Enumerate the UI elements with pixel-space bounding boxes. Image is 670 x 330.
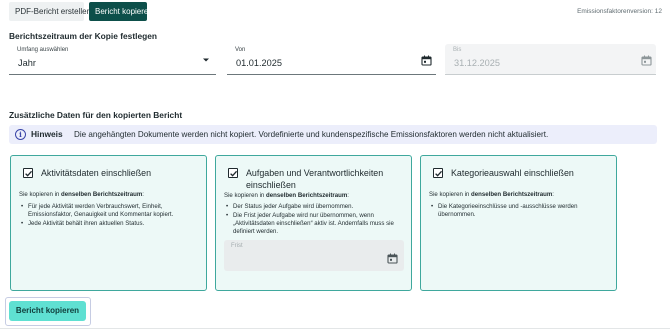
to-label: Bis bbox=[453, 47, 462, 53]
card-tasks: Aufgaben und Verantwortlichkeiten einsch… bbox=[215, 155, 412, 291]
info-title: Hinweis bbox=[31, 129, 63, 139]
card-intro: Sie kopieren in denselben Berichtszeitra… bbox=[19, 191, 144, 198]
scope-value: Jahr bbox=[18, 58, 36, 68]
checkmark-icon bbox=[229, 170, 237, 177]
to-value: 31.12.2025 bbox=[454, 58, 500, 68]
from-value: 01.01.2025 bbox=[236, 58, 282, 68]
list-item: Der Status jeder Aufgabe wird übernommen… bbox=[224, 203, 406, 211]
card-title: Kategorieauswahl einschließen bbox=[451, 168, 574, 178]
from-date-field[interactable]: Von 01.01.2025 bbox=[227, 44, 436, 75]
card-intro: Sie kopieren in denselben Berichtszeitra… bbox=[224, 192, 349, 199]
chevron-down-icon[interactable] bbox=[201, 56, 211, 64]
card-bullet-list: Für jede Aktivität werden Verbrauchswert… bbox=[19, 203, 201, 229]
tasks-checkbox[interactable] bbox=[228, 168, 238, 178]
activity-data-checkbox[interactable] bbox=[23, 168, 33, 178]
from-underline bbox=[227, 74, 436, 75]
list-item: Die Frist jeder Aufgabe wird nur übernom… bbox=[224, 212, 406, 236]
calendar-icon[interactable] bbox=[421, 55, 432, 66]
scope-select[interactable]: Umfang auswählen Jahr bbox=[9, 44, 216, 75]
list-item: Die Kategorieeinschlüsse und -ausschlüss… bbox=[429, 203, 611, 219]
category-selection-checkbox[interactable] bbox=[433, 168, 443, 178]
deadline-label: Frist bbox=[231, 243, 243, 249]
calendar-icon[interactable] bbox=[387, 253, 398, 264]
info-text: Die angehängten Dokumente werden nicht k… bbox=[74, 130, 549, 139]
list-item: Jede Aktivität behält ihren aktuellen St… bbox=[19, 220, 201, 228]
tab-copy-report[interactable]: Bericht kopieren bbox=[89, 2, 153, 21]
card-title: Aktivitätsdaten einschließen bbox=[41, 168, 152, 178]
scope-label: Umfang auswählen bbox=[17, 47, 69, 53]
emission-factor-version: Emissionsfaktorenversion: 12 bbox=[577, 8, 662, 15]
info-icon: i bbox=[15, 129, 26, 140]
top-bar: PDF-Bericht erstellen Bericht kopieren E… bbox=[9, 2, 662, 21]
card-activity-data: Aktivitätsdaten einschließen Sie kopiere… bbox=[10, 155, 207, 291]
to-date-field: Bis 31.12.2025 bbox=[445, 44, 656, 75]
scope-underline bbox=[9, 74, 216, 75]
from-label: Von bbox=[235, 47, 246, 53]
copy-button-focus-ring: Bericht kopieren bbox=[5, 297, 91, 326]
card-title: Aufgaben und Verantwortlichkeiten einsch… bbox=[246, 168, 384, 190]
list-item: Für jede Aktivität werden Verbrauchswert… bbox=[19, 203, 201, 219]
card-bullet-list: Der Status jeder Aufgabe wird übernommen… bbox=[224, 203, 406, 237]
tab-pdf-report[interactable]: PDF-Bericht erstellen bbox=[9, 2, 91, 21]
to-underline bbox=[445, 74, 656, 75]
info-banner: i Hinweis Die angehängten Dokumente werd… bbox=[9, 125, 657, 144]
card-intro: Sie kopieren in denselben Berichtszeitra… bbox=[429, 191, 554, 198]
card-category-selection: Kategorieauswahl einschließen Sie kopier… bbox=[420, 155, 617, 291]
card-bullet-list: Die Kategorieeinschlüsse und -ausschlüss… bbox=[429, 203, 611, 220]
checkmark-icon bbox=[434, 170, 442, 177]
period-heading: Berichtszeitraum der Kopie festlegen bbox=[9, 31, 157, 41]
calendar-icon bbox=[641, 55, 652, 66]
copy-report-button[interactable]: Bericht kopieren bbox=[9, 301, 86, 321]
additional-heading: Zusätzliche Daten für den kopierten Beri… bbox=[9, 110, 183, 120]
checkmark-icon bbox=[24, 170, 32, 177]
footer-divider bbox=[0, 328, 670, 329]
deadline-field[interactable]: Frist bbox=[224, 240, 404, 271]
